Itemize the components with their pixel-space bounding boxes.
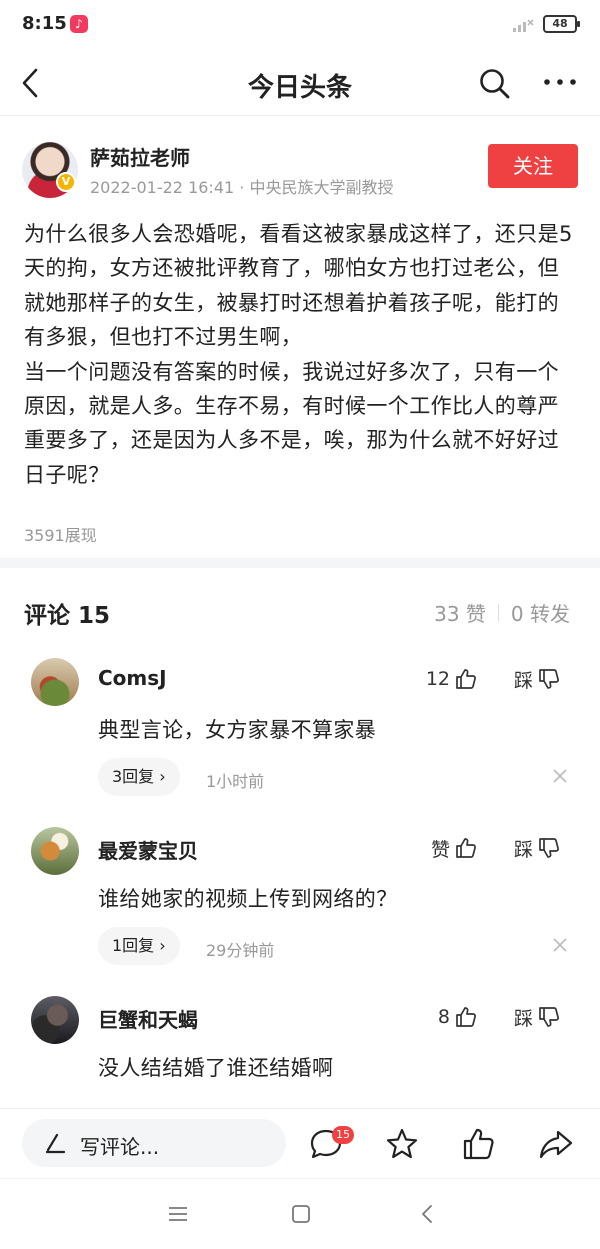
- thumbs-down-icon: [539, 669, 559, 689]
- dislike-label: 踩: [514, 1007, 534, 1030]
- comment-item: ComsJ 12 踩 典型言论，女方家暴不算家暴 3回复 › 1小时前: [0, 658, 600, 828]
- avatar[interactable]: [31, 827, 79, 875]
- thumbs-down-icon: [539, 838, 559, 858]
- verified-badge-icon: V: [56, 172, 76, 192]
- scroll-fade: [0, 1090, 600, 1110]
- reply-button[interactable]: 3回复 ›: [98, 758, 180, 796]
- dislike-label: 踩: [514, 669, 534, 692]
- thumbs-up-icon: [456, 669, 476, 689]
- thumbs-down-icon: [539, 1007, 559, 1027]
- like-button[interactable]: 12: [408, 664, 478, 694]
- system-nav-bar: [0, 1178, 600, 1249]
- pen-icon: [45, 1133, 66, 1154]
- comment-item: 最爱蒙宝贝 赞 踩 谁给她家的视频上传到网络的？ 1回复 › 29分钟前: [0, 827, 600, 997]
- comment-count-badge: 15: [332, 1126, 354, 1144]
- close-icon[interactable]: [550, 935, 570, 955]
- likes-count: 33 赞: [434, 602, 486, 626]
- dislike-label: 踩: [514, 838, 534, 861]
- tiktok-icon: ♪: [70, 15, 88, 33]
- comment-author[interactable]: 巨蟹和天蝎: [98, 1004, 198, 1033]
- write-comment-input[interactable]: 写评论...: [22, 1119, 286, 1167]
- reply-button[interactable]: 1回复 ›: [98, 927, 180, 965]
- thumbs-up-icon: [456, 1007, 476, 1027]
- status-time: 8:15: [22, 13, 67, 34]
- like-count: 12: [425, 668, 450, 690]
- section-divider: [0, 558, 600, 568]
- dislike-button[interactable]: 踩: [514, 1002, 561, 1032]
- comment-author[interactable]: 最爱蒙宝贝: [98, 835, 198, 864]
- avatar[interactable]: [31, 658, 79, 706]
- close-icon[interactable]: [550, 766, 570, 786]
- comment-time: 29分钟前: [206, 941, 275, 960]
- post-body: 为什么很多人会恐婚呢，看看这被家暴成这样了，还只是5天的拘，女方还被批评教育了，…: [24, 222, 573, 487]
- write-comment-placeholder: 写评论...: [80, 1135, 160, 1159]
- avatar[interactable]: [31, 996, 79, 1044]
- more-icon[interactable]: [542, 70, 578, 94]
- signal-icon: [513, 19, 534, 32]
- star-icon[interactable]: [384, 1126, 420, 1162]
- follow-button[interactable]: 关注: [488, 144, 578, 188]
- dislike-button[interactable]: 踩: [514, 833, 561, 863]
- comments-title: 评论 15: [24, 603, 111, 629]
- comment-time: 1小时前: [206, 772, 265, 791]
- comments-stats: 33 赞 0 转发: [434, 598, 570, 627]
- comment-text: 没人结结婚了谁还结婚啊: [98, 1056, 334, 1080]
- dislike-button[interactable]: 踩: [514, 664, 561, 694]
- back-nav-icon[interactable]: [414, 1201, 440, 1227]
- search-icon[interactable]: [477, 66, 511, 100]
- view-count: 3591展现: [24, 526, 97, 545]
- stats-separator: [497, 603, 499, 622]
- home-icon[interactable]: [288, 1201, 314, 1227]
- comments-header: 评论 15 33 赞 0 转发: [0, 590, 600, 630]
- like-button[interactable]: 8: [408, 1002, 478, 1032]
- comment-text: 谁给她家的视频上传到网络的？: [98, 887, 398, 911]
- author-header: 萨茹拉老师 2022-01-22 16:41 · 中央民族大学副教授 关注: [0, 132, 600, 202]
- share-icon[interactable]: [538, 1126, 574, 1162]
- top-bar: 今日头条: [0, 50, 600, 116]
- like-count: 8: [437, 1006, 450, 1028]
- battery-icon: 48: [543, 15, 580, 33]
- comment-text: 典型言论，女方家暴不算家暴: [98, 718, 377, 742]
- thumbs-up-icon[interactable]: [461, 1126, 497, 1162]
- comment-author[interactable]: ComsJ: [98, 666, 167, 690]
- author-meta: 2022-01-22 16:41 · 中央民族大学副教授: [90, 178, 394, 197]
- menu-icon[interactable]: [165, 1201, 191, 1227]
- thumbs-up-icon: [456, 838, 476, 858]
- like-count: 赞: [430, 838, 450, 861]
- bottom-toolbar: 写评论...: [0, 1108, 600, 1178]
- status-bar: 8:15 ♪ 48: [0, 0, 600, 50]
- like-button[interactable]: 赞: [408, 833, 478, 863]
- author-name[interactable]: 萨茹拉老师: [90, 142, 190, 171]
- shares-count: 0 转发: [510, 602, 570, 626]
